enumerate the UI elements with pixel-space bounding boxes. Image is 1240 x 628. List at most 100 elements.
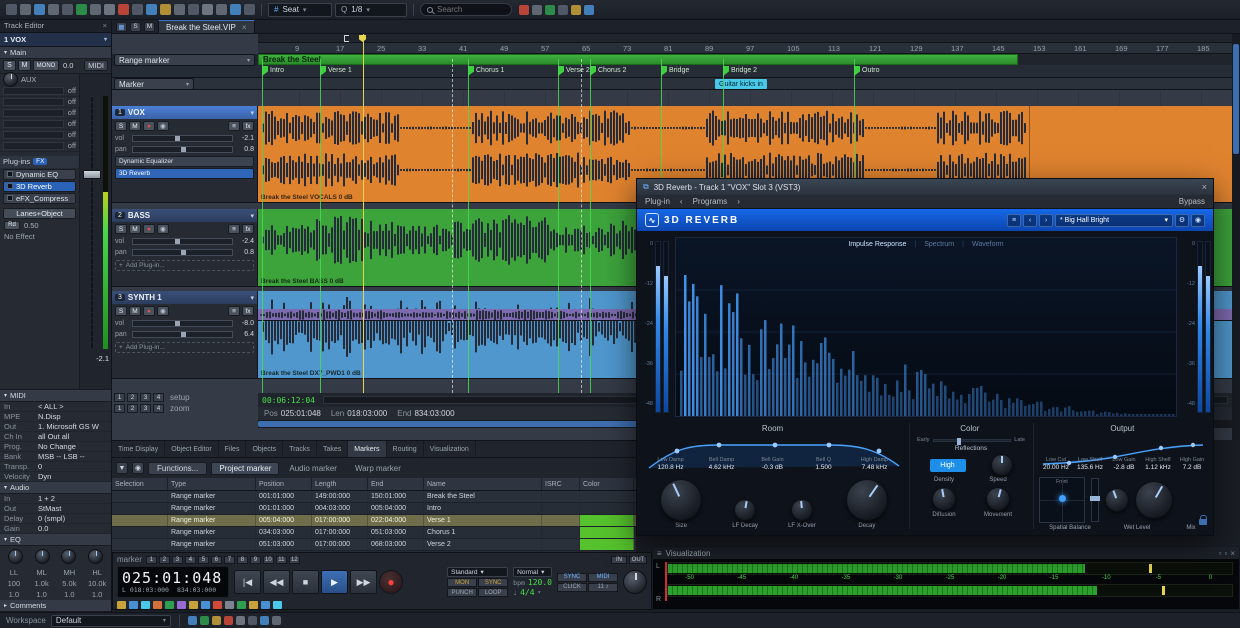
pan-slider[interactable] [132,249,233,256]
marker-type-tab[interactable]: Project marker [211,462,279,475]
marker-number-button[interactable]: 9 [250,556,261,564]
eq-band-knob[interactable] [35,549,50,564]
chevron-down-icon[interactable]: ▾ [250,294,254,302]
power-icon[interactable]: ◉ [1191,214,1205,227]
table-header-cell[interactable]: End [368,478,424,490]
record-arm-button[interactable]: ● [143,306,155,316]
statusbar-icon[interactable] [200,616,209,625]
toolbar-icon[interactable] [188,4,199,15]
volume-fader-handle[interactable] [83,170,101,179]
next-preset-icon[interactable]: › [1039,214,1053,227]
section-marker-flag[interactable] [590,66,596,76]
impulse-display[interactable]: Impulse Response|Spectrum|Waveform [675,237,1177,417]
snap-icon[interactable] [165,601,174,609]
volume-slider-handle[interactable] [175,136,180,141]
knob-dial[interactable] [1105,488,1129,512]
preset-number-button[interactable]: 3 [140,404,151,413]
record-arm-button[interactable]: ● [143,224,155,234]
maximize-icon[interactable]: ▫ [1224,549,1227,558]
prev-program-icon[interactable]: ‹ [680,197,683,206]
docker-tab[interactable]: Object Editor [165,441,218,457]
midi-setting-row[interactable]: In< ALL > [0,402,111,412]
marker-type-tab[interactable]: Warp marker [347,462,409,475]
range-marker-lane[interactable]: Break the Steel [112,54,1240,65]
pan-slider-handle[interactable] [181,147,186,152]
record-arm-button[interactable]: ● [143,121,155,131]
solo-button[interactable]: S [115,224,127,234]
automation-button[interactable]: ≡ [228,121,240,131]
section-marker-flag[interactable] [262,66,268,76]
density-value-button[interactable]: High [930,459,966,472]
param-cell[interactable]: High Damp7.48 kHz [849,457,900,471]
plugin-chip[interactable]: Dynamic Equalizer [115,156,254,167]
toolbar-icon[interactable] [202,4,213,15]
section-marker-lane[interactable]: IntroVerse 1Chorus 1Verse 2Chorus 2Bridg… [112,65,1240,78]
in-button[interactable]: IN [611,556,627,564]
read-automation-row[interactable]: Rd 0.50 [0,220,79,231]
display-tab[interactable]: Impulse Response [848,241,906,248]
snap-icon[interactable] [117,601,126,609]
plugin-chip[interactable]: 3D Reverb [115,168,254,179]
wet-level-knob[interactable] [1105,488,1129,512]
table-header-cell[interactable]: Length [312,478,368,490]
vertical-scrollbar[interactable] [1232,34,1240,440]
monitoring-dropdown[interactable]: Standard▾ [447,567,508,577]
bpm-display[interactable]: bpm120.0 [513,578,552,587]
marker-guitar-kicks-in[interactable]: Guitar kicks in [715,79,767,89]
pan-slider[interactable] [132,146,233,153]
statusbar-icon[interactable] [188,616,197,625]
functions-button[interactable]: Functions... [148,462,207,475]
toolbar-icon[interactable] [216,4,227,15]
pan-slider[interactable] [132,331,233,338]
param-cell[interactable]: Bell Damp4.62 kHz [696,457,747,471]
no-effect-row[interactable]: No Effect [0,231,79,242]
snap-icon[interactable] [237,601,246,609]
mon-button[interactable]: MON [447,578,477,587]
toolbar-icon[interactable] [132,4,143,15]
snap-icon[interactable] [201,601,210,609]
pan-slider-handle[interactable] [181,332,186,337]
reflections-slider[interactable] [933,439,1012,442]
midi-setting-row[interactable]: Ch Inall Out all [0,432,111,442]
track-header[interactable]: 1VOX▾SM●◉≡fxvol-2.1pan0.8Dynamic Equaliz… [112,106,258,203]
snap-icon[interactable] [225,601,234,609]
aux-send-row[interactable]: off [0,119,79,130]
programs-menu[interactable]: Programs [693,197,728,206]
toolbar-icon[interactable] [76,4,87,15]
marker-number-button[interactable]: 5 [198,556,209,564]
docker-tab[interactable]: Objects [246,441,283,457]
spatial-balance-pad[interactable]: Front [1039,477,1085,523]
docker-tab[interactable]: Tracks [283,441,317,457]
track-titlebar[interactable]: 2BASS▾ [112,209,257,222]
knob-dial[interactable] [986,487,1010,511]
marker-number-button[interactable]: 3 [172,556,183,564]
midi-setting-row[interactable]: Out1. Microsoft GS W [0,422,111,432]
fx-button[interactable]: fx [242,306,254,316]
track-titlebar[interactable]: 3SYNTH 1▾ [112,291,257,304]
automation-button[interactable]: ≡ [228,224,240,234]
monitor-button[interactable]: ◉ [157,121,169,131]
seat-dropdown[interactable]: # Seat ▾ [268,3,332,17]
param-cell[interactable]: High Gain7.2 dB [1175,457,1209,471]
marker-color-cell[interactable] [580,503,634,514]
sync-button[interactable]: SYNC [478,578,508,587]
project-tab[interactable]: Break the Steel.VIP × [158,20,255,33]
close-icon[interactable]: × [103,21,107,30]
section-comments[interactable]: ▸ Comments [0,600,111,612]
speed-knob[interactable] [991,454,1013,476]
marker-number-button[interactable]: 8 [237,556,248,564]
marker-number-button[interactable]: 12 [289,556,300,564]
solo-button[interactable]: S [3,60,16,71]
snap-icon[interactable] [189,601,198,609]
toolbar-icon[interactable] [146,4,157,15]
section-marker-flag[interactable] [854,66,860,76]
volume-slider-handle[interactable] [175,239,180,244]
preset-number-button[interactable]: 4 [153,404,164,413]
audio-setting-row[interactable]: Delay0 (smpl) [0,514,111,524]
marker-number-button[interactable]: 11 [276,556,287,564]
aux-send-row[interactable]: off [0,130,79,141]
preset-number-button[interactable]: 1 [114,404,125,413]
knob-dial[interactable] [734,499,756,521]
audio-setting-row[interactable]: Gain0.0 [0,524,111,534]
statusbar-icon[interactable] [236,616,245,625]
